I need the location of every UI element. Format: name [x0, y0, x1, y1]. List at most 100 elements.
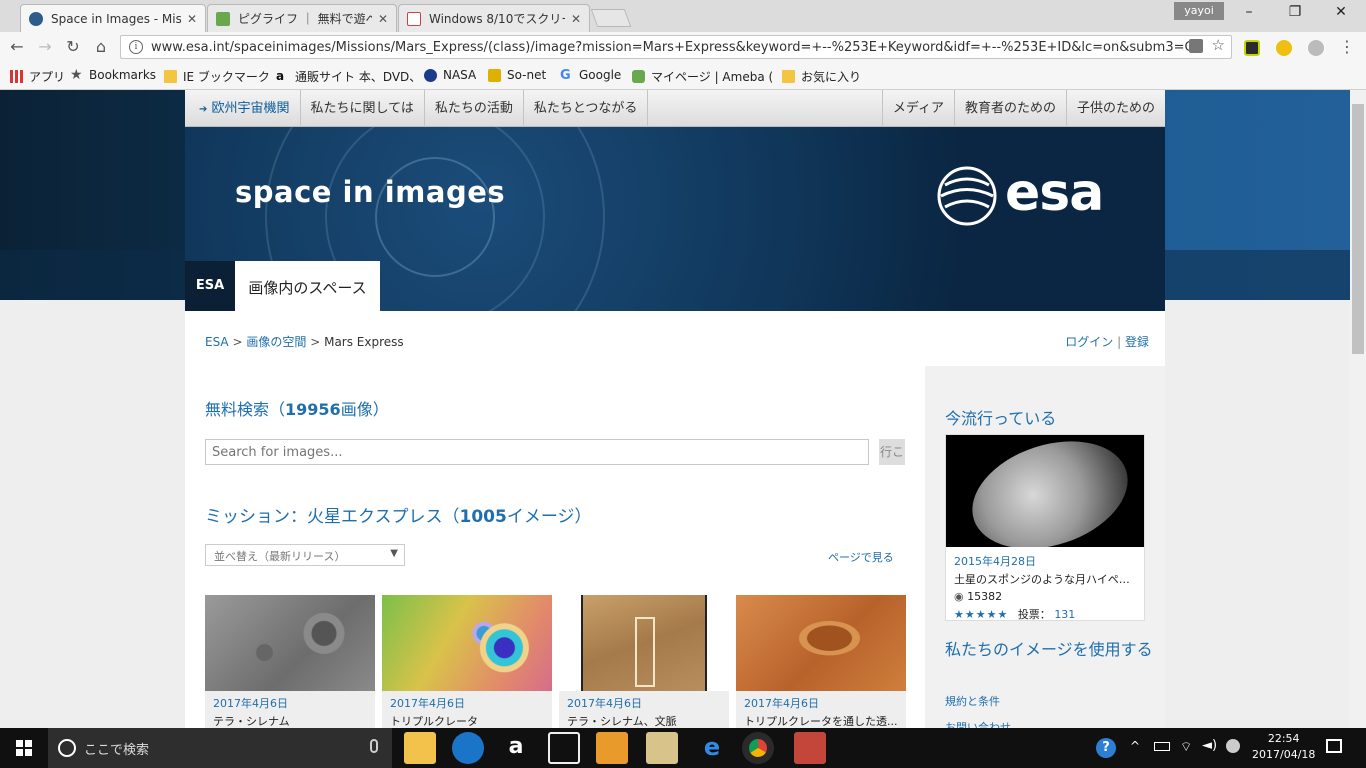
- sort-select[interactable]: 並べ替え（最新リリース） ▼: [205, 544, 405, 566]
- close-tab-icon[interactable]: ✕: [378, 12, 388, 26]
- close-window-icon[interactable]: ✕: [1326, 4, 1356, 24]
- help-icon[interactable]: ?: [1096, 738, 1116, 758]
- terms-link[interactable]: 規約と条件: [945, 693, 1000, 709]
- media-player-icon[interactable]: [596, 732, 628, 764]
- thumbnail-date: 2017年4月6日: [213, 697, 288, 710]
- thumbnail-image[interactable]: [382, 595, 552, 691]
- chrome-menu-icon[interactable]: ⋮: [1336, 37, 1358, 57]
- thumbnail-caption: 2017年4月6日 テラ・シレナム、文脈: [559, 691, 729, 728]
- restore-icon[interactable]: ❐: [1280, 4, 1310, 24]
- thumbnail-image[interactable]: [736, 595, 906, 691]
- register-link[interactable]: 登録: [1125, 335, 1149, 349]
- bookmark-star-icon[interactable]: ☆: [1212, 36, 1225, 54]
- thumbnail-image[interactable]: [559, 595, 729, 691]
- edge-icon[interactable]: e: [696, 732, 728, 764]
- nav-educators[interactable]: 教育者のための: [953, 90, 1066, 127]
- bookmark-apps[interactable]: アプリ: [10, 68, 65, 85]
- top-navigation: ➔ 欧州宇宙機関 私たちに関しては 私たちの活動 私たちとつながる メディア 教…: [185, 90, 1165, 127]
- nav-kids[interactable]: 子供のための: [1065, 90, 1165, 127]
- battery-icon[interactable]: [1154, 742, 1170, 751]
- thumbnail-title[interactable]: トリプルクレータ: [390, 713, 544, 728]
- page-view-link[interactable]: ページで見る: [828, 549, 894, 565]
- bookmark-ameba[interactable]: マイページ | Ameba (ア: [632, 68, 772, 85]
- nav-connect[interactable]: 私たちとつながる: [524, 90, 649, 127]
- search-count: 19956: [285, 400, 341, 419]
- forward-icon[interactable]: →: [34, 37, 56, 57]
- image-thumbnail-card[interactable]: 2017年4月6日 トリプルクレータ: [382, 595, 552, 728]
- address-bar[interactable]: i www.esa.int/spaceinimages/Missions/Mar…: [120, 35, 1232, 59]
- internet-explorer-icon[interactable]: [452, 732, 484, 764]
- reload-icon[interactable]: ↻: [62, 37, 84, 57]
- back-icon[interactable]: ←: [6, 37, 28, 57]
- translate-icon[interactable]: [1189, 39, 1203, 53]
- volume-icon[interactable]: ◄): [1202, 738, 1217, 753]
- trending-views: ◉ 15382: [954, 590, 1136, 603]
- game-app-icon[interactable]: [794, 732, 826, 764]
- site-tab-space-in-images[interactable]: 画像内のスペース: [235, 261, 380, 311]
- image-thumbnail-card[interactable]: 2017年4月6日 テラ・シレナム、文脈: [559, 595, 729, 728]
- main-content: ESA > 画像の空間 > Mars Express ログイン | 登録 無料検…: [185, 311, 1165, 728]
- bookmark-label: Bookmarks: [89, 68, 157, 82]
- file-explorer-icon[interactable]: [404, 732, 436, 764]
- notifications-icon[interactable]: [1326, 739, 1342, 753]
- photos-app-icon[interactable]: [646, 732, 678, 764]
- trending-title[interactable]: 土星のスポンジのような月ハイペリ...: [954, 571, 1136, 587]
- browser-tab-pigg-life[interactable]: ピグライフ ｜ 無料で遊べる ✕: [207, 4, 397, 32]
- windows-start-icon[interactable]: [0, 728, 48, 768]
- thumbnail-title[interactable]: トリプルクレータを通した透...: [744, 713, 898, 728]
- site-tab-esa[interactable]: ESA: [185, 261, 235, 311]
- new-tab-button[interactable]: [590, 9, 632, 27]
- bookmark-sonet[interactable]: So-net: [488, 68, 546, 82]
- site-info-icon[interactable]: i: [129, 40, 143, 54]
- nav-activities[interactable]: 私たちの活動: [425, 90, 524, 127]
- bookmark-favorites-folder[interactable]: お気に入り: [782, 68, 861, 85]
- contact-link[interactable]: お問い合わせ: [945, 719, 1011, 728]
- extension-gray-icon[interactable]: [1308, 40, 1324, 56]
- microphone-icon[interactable]: [370, 739, 378, 753]
- bookmark-label: NASA: [443, 68, 477, 82]
- extension-check-icon[interactable]: [1244, 40, 1260, 56]
- bookmark-google[interactable]: G Google: [560, 68, 621, 82]
- minimize-icon[interactable]: –: [1234, 4, 1264, 24]
- ime-icon[interactable]: [1226, 739, 1240, 753]
- scrollbar-thumb[interactable]: [1352, 104, 1364, 354]
- trending-card[interactable]: 2015年4月28日 土星のスポンジのような月ハイペリ... ◉ 15382 ★…: [945, 434, 1145, 621]
- tab-strip: Space in Images - Missio ✕ ピグライフ ｜ 無料で遊べ…: [0, 0, 1366, 32]
- bookmark-amazon[interactable]: a 通販サイト 本、DVD、C: [276, 68, 416, 85]
- home-icon[interactable]: ⌂: [90, 37, 112, 57]
- nav-esa[interactable]: ➔ 欧州宇宙機関: [185, 90, 301, 127]
- tray-chevron-up-icon[interactable]: ^: [1130, 739, 1140, 753]
- amazon-app-icon[interactable]: a: [500, 732, 532, 764]
- search-go-button[interactable]: 行こ: [879, 439, 905, 465]
- image-thumbnail-card[interactable]: 2017年4月6日 テラ・シレナム: [205, 595, 375, 728]
- extension-search-icon[interactable]: [1276, 40, 1292, 56]
- rating-stars-icon[interactable]: ★★★★★: [954, 608, 1008, 621]
- thumbnail-image[interactable]: [205, 595, 375, 691]
- bookmark-ie-folder[interactable]: IE ブックマーク (1): [164, 68, 270, 85]
- bookmark-bookmarks[interactable]: ★ Bookmarks: [70, 68, 156, 82]
- image-thumbnail-card[interactable]: 2017年4月6日 トリプルクレータを通した透...: [736, 595, 906, 728]
- taskbar-search-box[interactable]: ここで検索: [48, 728, 392, 768]
- wifi-icon[interactable]: ⌔: [1180, 739, 1192, 755]
- login-link[interactable]: ログイン: [1065, 335, 1113, 349]
- site-favicon-icon: [407, 11, 421, 26]
- folder-icon: [164, 70, 177, 83]
- nav-about[interactable]: 私たちに関しては: [301, 90, 425, 127]
- thumbnail-title[interactable]: テラ・シレナム、文脈: [567, 713, 721, 728]
- close-tab-icon[interactable]: ✕: [571, 12, 581, 26]
- browser-tab-windows-screenshot[interactable]: Windows 8/10でスクリーン ✕: [398, 4, 590, 32]
- nav-media[interactable]: メディア: [881, 90, 954, 127]
- bookmark-nasa[interactable]: NASA: [424, 68, 476, 82]
- breadcrumb-esa[interactable]: ESA: [205, 335, 229, 349]
- profile-user-badge[interactable]: yayoi: [1174, 2, 1224, 20]
- breadcrumb-space-in-images[interactable]: 画像の空間: [246, 335, 306, 349]
- store-icon[interactable]: [548, 732, 580, 764]
- browser-tab-space-in-images[interactable]: Space in Images - Missio ✕: [20, 4, 206, 32]
- search-input[interactable]: [205, 439, 869, 465]
- trending-image[interactable]: [946, 435, 1144, 547]
- chrome-icon[interactable]: [742, 732, 774, 764]
- clock[interactable]: 22:54 2017/04/18: [1252, 731, 1315, 763]
- close-tab-icon[interactable]: ✕: [187, 12, 197, 26]
- thumbnail-title[interactable]: テラ・シレナム: [213, 713, 367, 728]
- nav-label: 欧州宇宙機関: [211, 101, 290, 116]
